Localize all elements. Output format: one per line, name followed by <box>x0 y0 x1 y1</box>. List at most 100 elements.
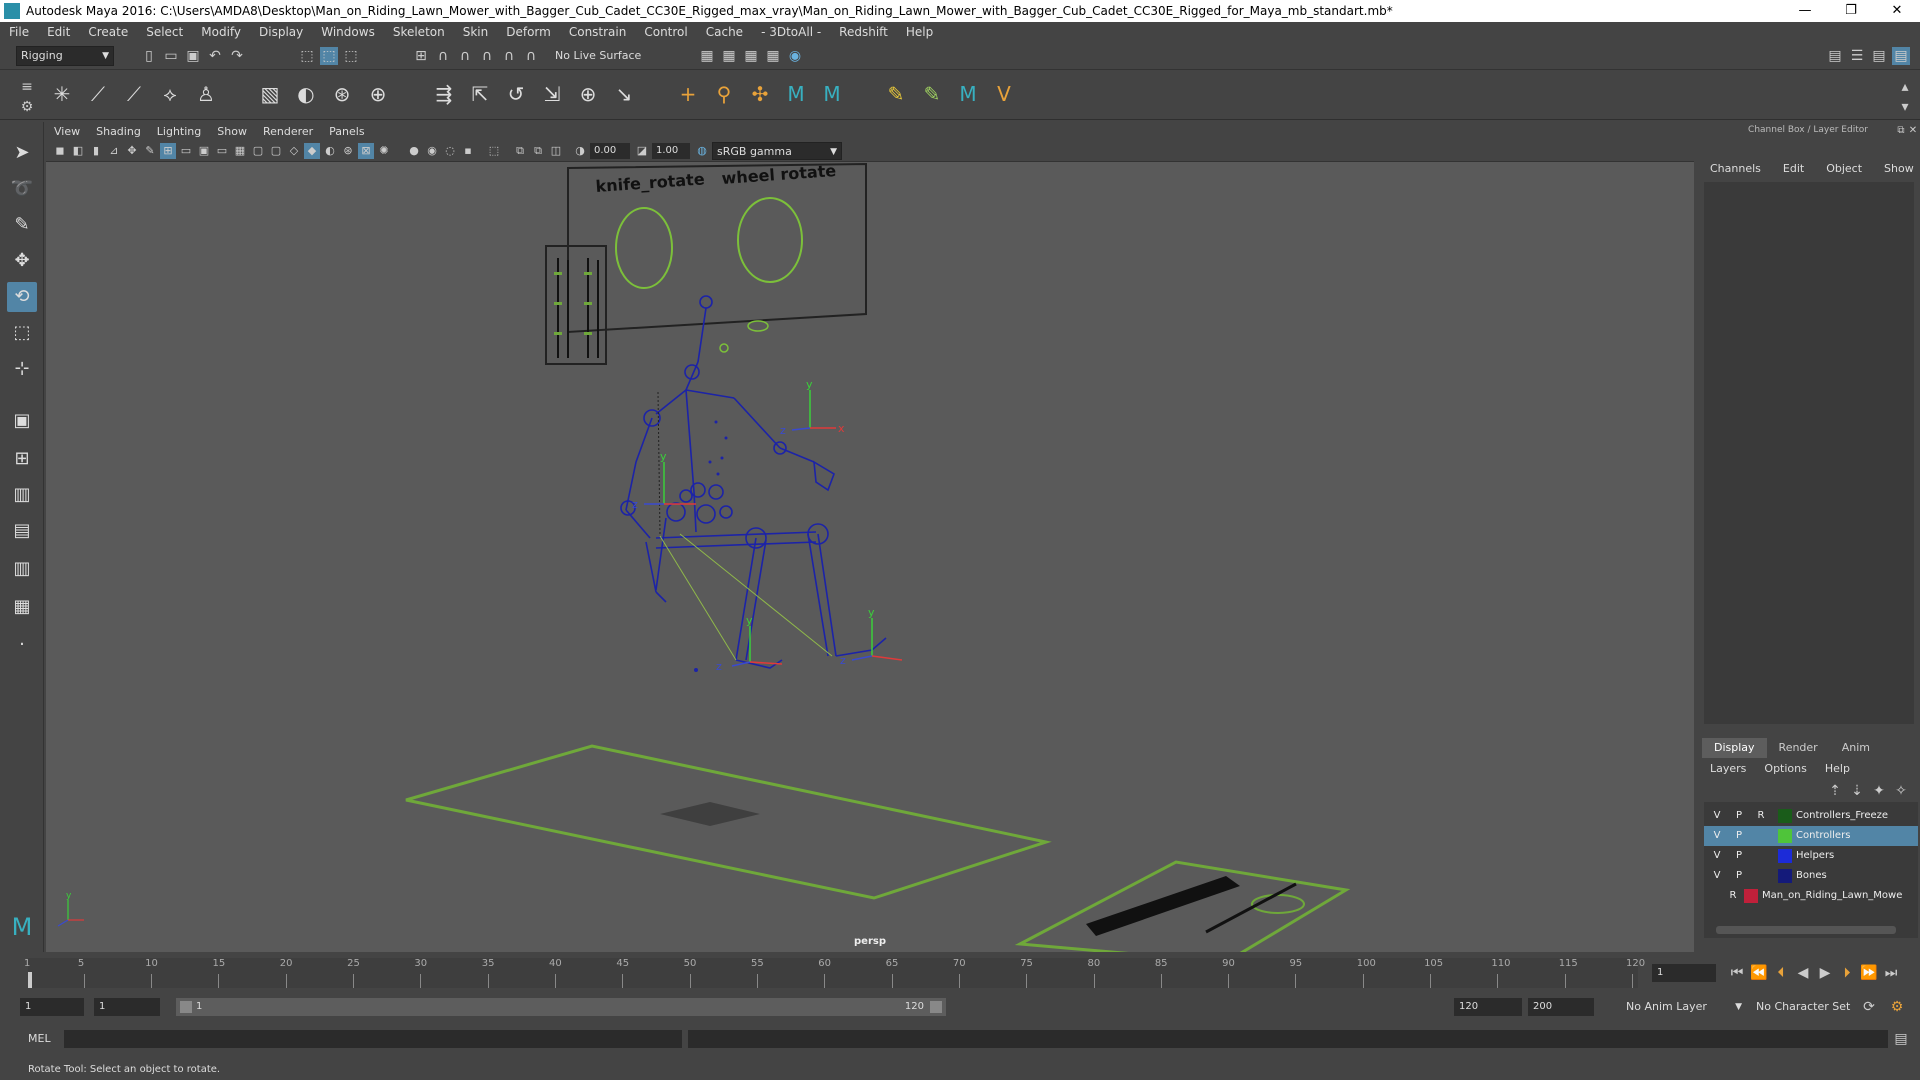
gamma-field[interactable]: 1.00 <box>652 143 690 159</box>
ipr-render-icon[interactable]: ▦ <box>742 47 760 65</box>
step-forward-frame-icon[interactable]: ⏵ <box>1838 964 1856 982</box>
persp-outliner-icon[interactable]: ▦ <box>7 592 37 622</box>
lights-icon[interactable]: ✺ <box>376 143 392 159</box>
shelf-scroll-down-icon[interactable]: ▾ <box>1896 98 1914 116</box>
menu-help[interactable]: Help <box>897 25 942 39</box>
select-hierarchy-icon[interactable]: ⬚ <box>298 47 316 65</box>
scene-canvas[interactable]: knife_rotate wheel rotate y x z y z y z … <box>46 161 1694 964</box>
attribute-editor-icon[interactable]: ☰ <box>1848 47 1866 65</box>
step-forward-key-icon[interactable]: ⏩ <box>1860 964 1878 982</box>
cb-menu-show[interactable]: Show <box>1870 162 1920 180</box>
face-slider-handles[interactable] <box>554 272 592 335</box>
layer-reference[interactable]: R <box>1724 886 1742 906</box>
maya-home-icon[interactable]: M <box>7 912 37 942</box>
layer-row-bones[interactable]: V P Bones <box>1704 866 1918 886</box>
field-chart-icon[interactable]: ▦ <box>232 143 248 159</box>
close-button[interactable]: ✕ <box>1874 0 1920 22</box>
panel-menu-show[interactable]: Show <box>209 125 255 138</box>
redo-icon[interactable]: ↷ <box>228 47 246 65</box>
ik-handle-icon[interactable]: ⟋ <box>84 80 112 108</box>
joint-orient-icon[interactable]: ⚲ <box>710 80 738 108</box>
single-view-layout-icon[interactable]: ▣ <box>7 406 37 436</box>
menu-select[interactable]: Select <box>137 25 192 39</box>
layer-playback[interactable]: P <box>1730 826 1748 846</box>
menu-skin[interactable]: Skin <box>454 25 498 39</box>
head-controller[interactable] <box>747 320 769 332</box>
layer-visibility[interactable]: V <box>1708 806 1726 826</box>
humanik-icon[interactable]: ♙ <box>192 80 220 108</box>
go-to-end-icon[interactable]: ⏭ <box>1882 964 1900 982</box>
snap-curve-icon[interactable]: ∩ <box>434 47 452 65</box>
new-empty-layer-icon[interactable]: ✦ <box>1870 782 1888 800</box>
exposure-field[interactable]: 0.00 <box>590 143 630 159</box>
maximize-button[interactable]: ❐ <box>1828 0 1874 22</box>
step-back-key-icon[interactable]: ⏪ <box>1750 964 1768 982</box>
save-scene-icon[interactable]: ▣ <box>184 47 202 65</box>
animation-end-field[interactable]: 200 <box>1528 998 1594 1016</box>
menu-3dtoall[interactable]: - 3DtoAll - <box>752 25 830 39</box>
shelf-menu-icon[interactable]: ≡ <box>18 78 36 96</box>
open-scene-icon[interactable]: ▭ <box>162 47 180 65</box>
new-scene-icon[interactable]: ▯ <box>140 47 158 65</box>
menu-skeleton[interactable]: Skeleton <box>384 25 454 39</box>
camera-attributes-icon[interactable]: ◧ <box>70 143 86 159</box>
cluster-icon[interactable]: ⊕ <box>364 80 392 108</box>
layer-row-controllers-freeze[interactable]: V P R Controllers_Freeze <box>1704 806 1918 826</box>
layer-visibility[interactable]: V <box>1708 826 1726 846</box>
hand-manipulator[interactable]: y x z <box>780 378 845 437</box>
panel-menu-lighting[interactable]: Lighting <box>149 125 209 138</box>
cb-menu-channels[interactable]: Channels <box>1696 162 1769 180</box>
menu-deform[interactable]: Deform <box>497 25 560 39</box>
knife-rotate-controller[interactable] <box>615 207 673 289</box>
layer-color-swatch[interactable] <box>1778 849 1792 863</box>
neck-controller[interactable] <box>719 343 729 353</box>
animation-start-field[interactable]: 1 <box>20 998 84 1016</box>
right-foot-manipulator[interactable]: y z <box>840 606 903 667</box>
gate-mask-icon[interactable]: ▭ <box>214 143 230 159</box>
smooth-shade-icon[interactable]: ◆ <box>304 143 320 159</box>
ambient-occlusion-icon[interactable]: ◉ <box>424 143 440 159</box>
current-frame-field[interactable]: 1 <box>1652 964 1716 982</box>
le-menu-help[interactable]: Help <box>1825 762 1868 775</box>
layer-visibility[interactable]: V <box>1708 866 1726 886</box>
aim-constraint-icon[interactable]: ⇱ <box>466 80 494 108</box>
xray-components-icon[interactable]: ◫ <box>548 143 564 159</box>
resolution-gate-icon[interactable]: ▣ <box>196 143 212 159</box>
go-to-start-icon[interactable]: ⏮ <box>1728 964 1746 982</box>
menu-redshift[interactable]: Redshift <box>830 25 897 39</box>
scale-constraint-icon[interactable]: ⇲ <box>538 80 566 108</box>
color-management-icon[interactable]: ◍ <box>694 143 710 159</box>
layer-reference[interactable]: R <box>1752 806 1770 826</box>
live-surface-field[interactable]: No Live Surface <box>551 47 643 65</box>
playback-start-field[interactable]: 1 <box>94 998 160 1016</box>
layer-color-swatch[interactable] <box>1778 829 1792 843</box>
render-frame-icon[interactable]: ▦ <box>720 47 738 65</box>
last-tool-icon[interactable]: ⊹ <box>7 354 37 384</box>
script-editor-icon[interactable]: ▤ <box>1892 1030 1910 1048</box>
insert-joint-icon[interactable]: ⟡ <box>156 80 184 108</box>
bind-skin-icon[interactable]: ▧ <box>256 80 284 108</box>
tab-render[interactable]: Render <box>1767 738 1830 758</box>
select-component-icon[interactable]: ⬚ <box>342 47 360 65</box>
bookmark-icon[interactable]: ▮ <box>88 143 104 159</box>
move-layer-down-icon[interactable]: ⇣ <box>1848 782 1866 800</box>
panel-menu-renderer[interactable]: Renderer <box>255 125 321 138</box>
toolbox-more-icon[interactable]: · <box>7 630 37 660</box>
textured-icon[interactable]: ⊛ <box>340 143 356 159</box>
view-transform-dropdown[interactable]: sRGB gamma ▼ <box>712 142 842 160</box>
snap-point-icon[interactable]: ∩ <box>456 47 474 65</box>
3dtoall-icon-3[interactable]: M <box>954 80 982 108</box>
antialiasing-icon[interactable]: ▪ <box>460 143 476 159</box>
play-forward-icon[interactable]: ▶ <box>1816 964 1834 982</box>
character-set-dropdown[interactable]: No Character Set <box>1752 998 1866 1016</box>
layer-color-swatch[interactable] <box>1778 809 1792 823</box>
menu-file[interactable]: File <box>0 25 38 39</box>
time-slider[interactable]: 1 5 10 15 20 25 30 35 40 45 50 55 60 65 70 75 80 85 90 95 10… <box>24 958 1645 988</box>
3dtoall-icon-2[interactable]: M <box>818 80 846 108</box>
xray-joints-icon[interactable]: ⊠ <box>358 143 374 159</box>
playback-end-field[interactable]: 120 <box>1454 998 1522 1016</box>
snap-surface-icon[interactable]: ∩ <box>478 47 496 65</box>
layer-visibility[interactable]: V <box>1708 846 1726 866</box>
tab-anim[interactable]: Anim <box>1830 738 1882 758</box>
undo-icon[interactable]: ↶ <box>206 47 224 65</box>
